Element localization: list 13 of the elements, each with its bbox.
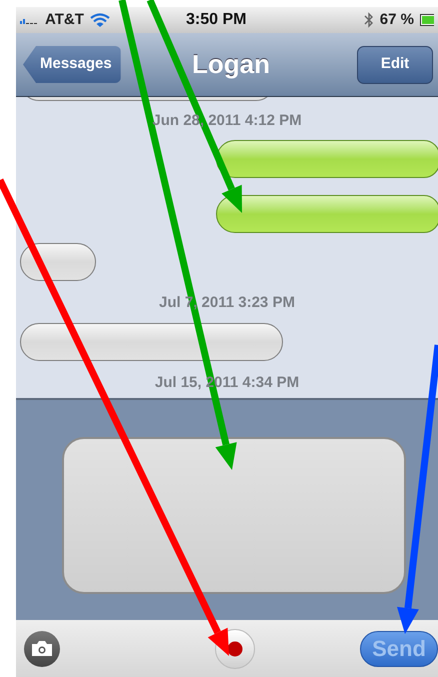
battery-icon	[420, 14, 434, 26]
edit-button[interactable]: Edit	[357, 46, 433, 84]
camera-icon	[32, 641, 52, 656]
carrier-name: AT&T	[45, 10, 84, 30]
bluetooth-icon	[364, 12, 374, 28]
camera-button[interactable]	[24, 630, 60, 666]
record-icon	[227, 640, 243, 656]
back-button[interactable]: Messages	[23, 46, 121, 83]
wifi-icon	[90, 12, 110, 28]
status-time: 3:50 PM	[186, 10, 246, 30]
conversation-title: Logan	[192, 48, 270, 81]
battery-percentage: 67 %	[380, 10, 414, 30]
message-field[interactable]	[62, 437, 406, 594]
